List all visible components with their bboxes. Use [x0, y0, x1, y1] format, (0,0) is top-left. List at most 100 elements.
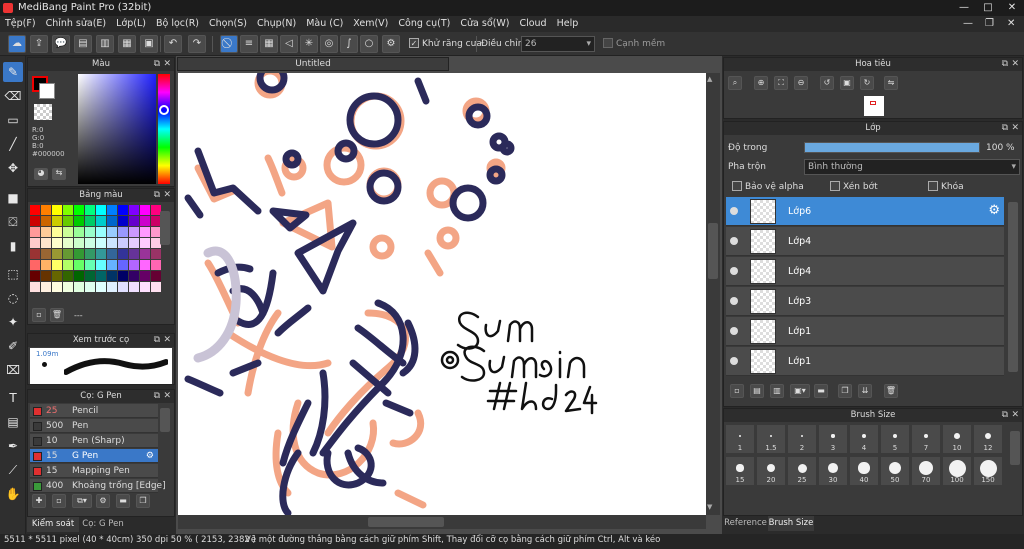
color-swatch[interactable]: [140, 271, 150, 281]
color-swatch[interactable]: [96, 282, 106, 292]
brush-size-option[interactable]: 7: [912, 425, 940, 453]
color-swatch[interactable]: [41, 238, 51, 248]
color-swatch[interactable]: [118, 205, 128, 215]
layer-row[interactable]: Lớp3: [726, 287, 1004, 316]
visibility-eye-icon[interactable]: [730, 357, 738, 365]
color-swatch[interactable]: [30, 227, 40, 237]
color-swatch[interactable]: [96, 227, 106, 237]
color-swatch[interactable]: [85, 227, 95, 237]
brush-item[interactable]: 15 G Pen ⚙: [30, 449, 158, 463]
color-swatch[interactable]: [74, 216, 84, 226]
layer-row[interactable]: Lớp1: [726, 317, 1004, 346]
undock-icon[interactable]: ⧉: [154, 58, 160, 71]
merge-layer-icon[interactable]: ⇊: [858, 384, 872, 398]
tab-brush-gpen[interactable]: Cọ: G Pen: [79, 517, 127, 532]
transparent-swatch[interactable]: [34, 104, 52, 120]
select-pen-tool-icon[interactable]: ✐: [3, 336, 23, 356]
panel-close-icon[interactable]: ✕: [1011, 58, 1019, 71]
cloud-icon[interactable]: ☁: [8, 35, 26, 53]
move-tool-icon[interactable]: ✥: [3, 158, 23, 178]
color-swatch[interactable]: [52, 227, 62, 237]
blend-select[interactable]: Bình thường: [804, 159, 1020, 175]
brush-item[interactable]: 400 Khoảng trống [Edge]: [30, 479, 166, 493]
radial-snap-icon[interactable]: ✳: [300, 35, 318, 53]
saturation-value-picker[interactable]: [78, 74, 156, 184]
color-swatch[interactable]: [41, 271, 51, 281]
color-swatch[interactable]: [129, 216, 139, 226]
rectangle-tool-icon[interactable]: ▭: [3, 110, 23, 130]
layer-row[interactable]: Lớp4: [726, 257, 1004, 286]
brush-options-icon[interactable]: ⧉▾: [72, 494, 92, 508]
navigator-view-rect[interactable]: [870, 101, 876, 105]
color-swatch[interactable]: [41, 282, 51, 292]
color-swatch[interactable]: [74, 227, 84, 237]
brush-settings-icon[interactable]: ⚙: [96, 494, 110, 508]
page-icon[interactable]: ▤: [74, 35, 92, 53]
maximize-button[interactable]: □: [976, 0, 1000, 16]
color-swatch[interactable]: [107, 205, 117, 215]
undock-icon[interactable]: ⧉: [154, 334, 160, 347]
panel-close-icon[interactable]: ✕: [1011, 409, 1019, 422]
color-swatch[interactable]: [96, 238, 106, 248]
new-layer-1bit-icon[interactable]: ▥: [770, 384, 784, 398]
menu-snap[interactable]: Chụp(N): [252, 16, 301, 32]
secondary-color-swatch[interactable]: [39, 83, 55, 99]
color-swatch[interactable]: [74, 205, 84, 215]
color-swatch[interactable]: [118, 216, 128, 226]
perspective-snap-icon[interactable]: ◁: [280, 35, 298, 53]
color-swatch[interactable]: [96, 249, 106, 259]
select-eraser-tool-icon[interactable]: ⌧: [3, 360, 23, 380]
color-swatch[interactable]: [30, 238, 40, 248]
canvas-vertical-scrollbar[interactable]: ▲ ▼: [706, 73, 720, 515]
doc-restore-button[interactable]: ❐: [980, 16, 999, 32]
add-layer-options-icon[interactable]: ▣▾: [790, 384, 810, 398]
brush-folder-icon[interactable]: ▬: [116, 494, 130, 508]
menu-view[interactable]: Xem(V): [348, 16, 393, 32]
rotate-left-icon[interactable]: ↺: [820, 76, 834, 90]
color-swatch[interactable]: [85, 282, 95, 292]
brush-size-option[interactable]: 100: [943, 457, 971, 485]
new-layer-icon[interactable]: ▫: [730, 384, 744, 398]
color-swatch[interactable]: [151, 282, 161, 292]
color-swatch[interactable]: [140, 282, 150, 292]
menu-filter[interactable]: Bộ lọc(R): [151, 16, 204, 32]
color-swatch[interactable]: [107, 282, 117, 292]
color-swatch[interactable]: [63, 249, 73, 259]
bucket-tool-icon[interactable]: ⛋: [3, 212, 23, 232]
line-tool-icon[interactable]: ╱: [3, 134, 23, 154]
brush-size-option[interactable]: 2: [788, 425, 816, 453]
color-swatch[interactable]: [74, 238, 84, 248]
color-swatch[interactable]: [118, 260, 128, 270]
color-swatch[interactable]: [74, 282, 84, 292]
menu-tools[interactable]: Công cụ(T): [393, 16, 455, 32]
color-swatch[interactable]: [30, 216, 40, 226]
color-swatch[interactable]: [52, 282, 62, 292]
text-tool-icon[interactable]: T: [3, 388, 23, 408]
brush-duplicate-icon[interactable]: ❐: [136, 494, 150, 508]
color-swatch[interactable]: [74, 271, 84, 281]
color-swatch[interactable]: [85, 216, 95, 226]
color-swatch[interactable]: [41, 205, 51, 215]
navigator-thumbnail[interactable]: [864, 96, 884, 116]
brush-item[interactable]: 500 Pen: [30, 419, 158, 433]
scroll-down-icon[interactable]: ▼: [707, 503, 712, 511]
color-swatch[interactable]: [96, 260, 106, 270]
layer-scrollbar[interactable]: [1008, 202, 1018, 372]
color-swatch[interactable]: [107, 238, 117, 248]
brush-size-option[interactable]: 4: [850, 425, 878, 453]
brush-add-icon[interactable]: ✚: [32, 494, 46, 508]
close-window-button[interactable]: ✕: [1000, 0, 1024, 16]
color-swatch[interactable]: [63, 216, 73, 226]
color-swatch[interactable]: [129, 249, 139, 259]
color-swatch[interactable]: [85, 249, 95, 259]
grid-doc-icon[interactable]: ▦: [118, 35, 136, 53]
color-swatch[interactable]: [151, 249, 161, 259]
brush-size-option[interactable]: 150: [974, 457, 1002, 485]
brush-size-option[interactable]: 30: [819, 457, 847, 485]
swap-icon[interactable]: ⇆: [52, 168, 66, 180]
antialias-checkbox[interactable]: ✓: [409, 38, 419, 48]
lasso-tool-icon[interactable]: ◌: [3, 288, 23, 308]
color-swatch[interactable]: [96, 216, 106, 226]
color-swatch[interactable]: [63, 238, 73, 248]
brush-item[interactable]: 15 Mapping Pen: [30, 464, 158, 478]
